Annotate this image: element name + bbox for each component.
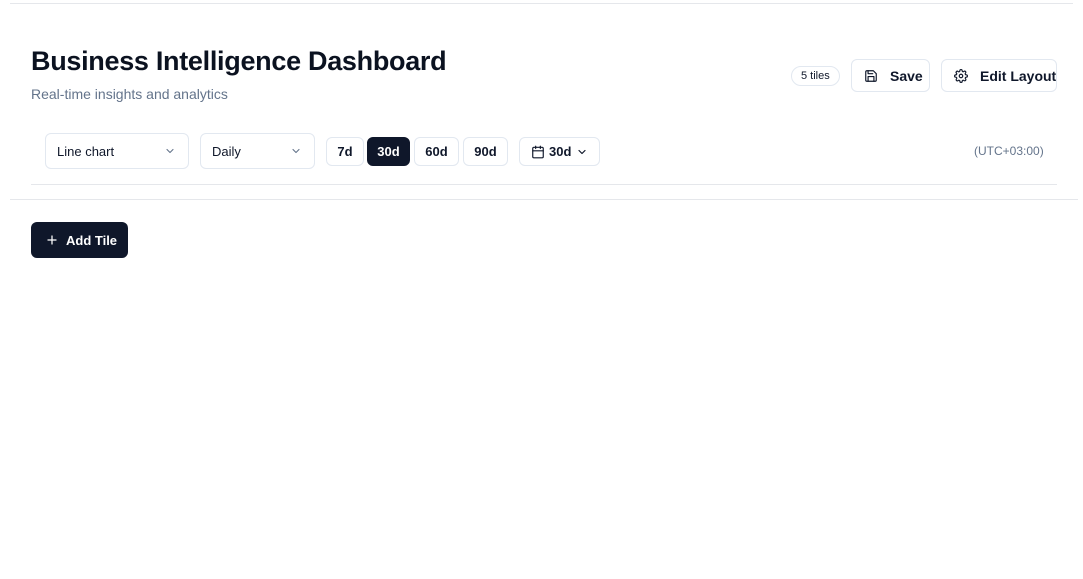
date-picker-label: 30d	[549, 144, 572, 159]
save-button[interactable]: Save	[851, 59, 930, 92]
date-range-picker[interactable]: 30d	[519, 137, 600, 166]
granularity-value: Daily	[212, 143, 241, 159]
section-divider	[10, 199, 1078, 200]
tiles-count-badge: 5 tiles	[791, 66, 840, 86]
range-button-30d[interactable]: 30d	[367, 137, 410, 166]
chevron-down-icon	[164, 145, 176, 157]
save-button-label: Save	[890, 67, 923, 84]
page-subtitle: Real-time insights and analytics	[31, 86, 228, 102]
range-button-60d[interactable]: 60d	[414, 137, 459, 166]
range-button-90d[interactable]: 90d	[463, 137, 508, 166]
edit-layout-button[interactable]: Edit Layout	[941, 59, 1057, 92]
chart-type-value: Line chart	[57, 143, 115, 159]
toolbar-divider	[31, 184, 1057, 185]
gear-icon	[954, 68, 968, 83]
edit-layout-label: Edit Layout	[980, 67, 1057, 84]
top-divider	[10, 3, 1073, 4]
page-title: Business Intelligence Dashboard	[31, 46, 447, 76]
granularity-select[interactable]: Daily	[200, 133, 315, 169]
chevron-down-icon	[290, 145, 302, 157]
range-button-7d[interactable]: 7d	[326, 137, 364, 166]
add-tile-button[interactable]: Add Tile	[31, 222, 128, 258]
save-icon	[864, 69, 878, 83]
plus-icon	[46, 234, 58, 246]
chevron-down-icon	[576, 146, 588, 158]
add-tile-label: Add Tile	[66, 232, 118, 248]
timezone-label: (UTC+03:00)	[974, 144, 1044, 158]
calendar-icon	[531, 145, 545, 159]
chart-type-select[interactable]: Line chart	[45, 133, 189, 169]
